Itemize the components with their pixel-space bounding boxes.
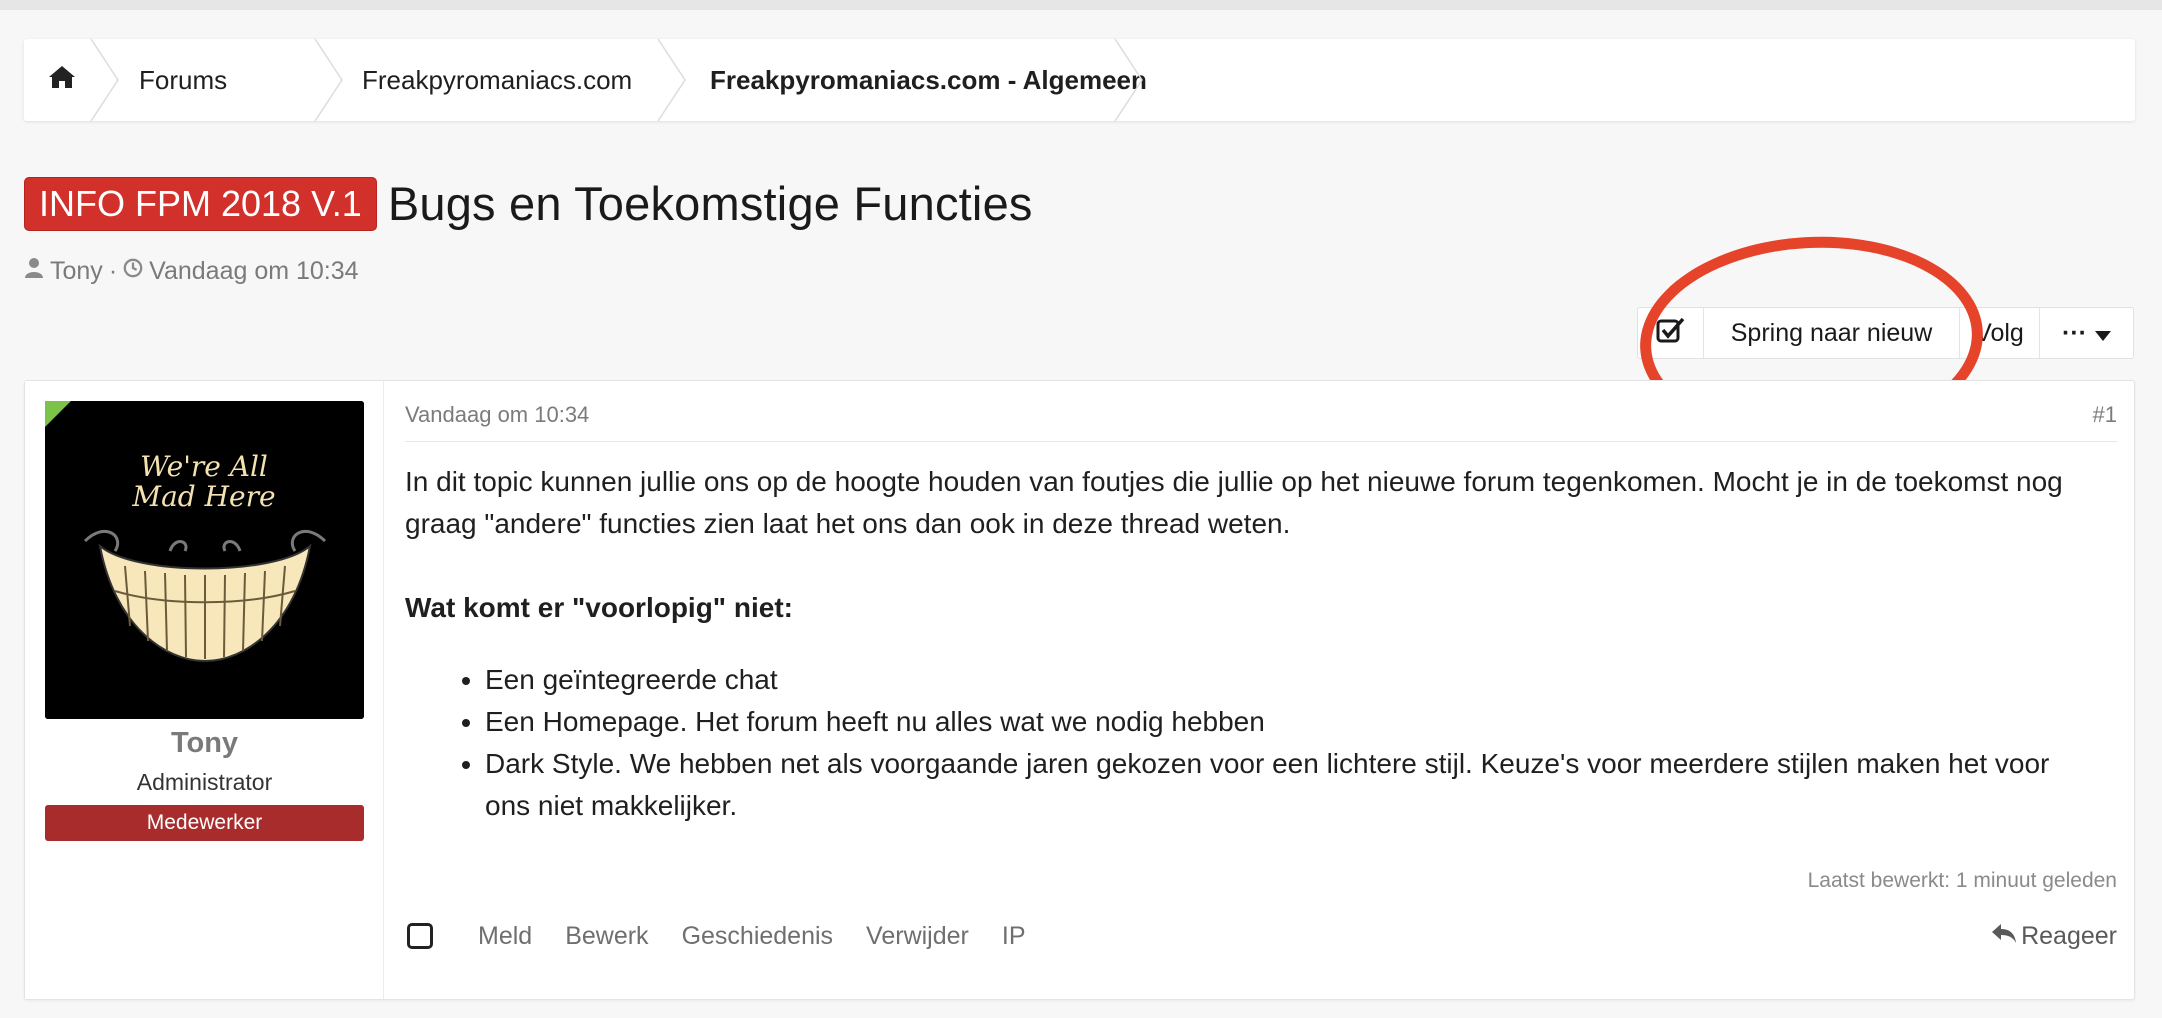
jump-to-new-button[interactable]: Spring naar nieuw bbox=[1704, 308, 1960, 358]
thread-meta: Tony · Vandaag om 10:34 bbox=[24, 257, 359, 286]
meta-separator: · bbox=[108, 257, 118, 285]
thread-action-bar: Spring naar nieuw Volg ··· bbox=[1637, 307, 2134, 359]
select-thread-toggle[interactable] bbox=[1638, 308, 1704, 358]
post-user-panel: We're All Mad Here Tony Administrator Me… bbox=[25, 381, 384, 999]
home-icon bbox=[48, 64, 76, 97]
breadcrumb-freakpyromaniacs-label: Freakpyromaniacs.com bbox=[362, 64, 633, 95]
delete-link[interactable]: Verwijder bbox=[866, 922, 969, 951]
list-item: Dark Style. We hebben net als voorgaande… bbox=[485, 743, 2085, 827]
list-item: Een geïntegreerde chat bbox=[485, 659, 2085, 701]
list-item: Een Homepage. Het forum heeft nu alles w… bbox=[485, 701, 2085, 743]
post-username[interactable]: Tony bbox=[25, 727, 384, 760]
avatar-text-line1: We're All bbox=[140, 450, 268, 483]
post-user-title: Administrator bbox=[136, 769, 273, 795]
user-icon bbox=[24, 257, 44, 286]
post-intro-text: In dit topic kunnen jullie ons op de hoo… bbox=[405, 466, 2063, 539]
history-link[interactable]: Geschiedenis bbox=[682, 922, 833, 951]
breadcrumb-forums-label: Forums bbox=[139, 64, 228, 95]
breadcrumb-freakpyromaniacs[interactable]: Freakpyromaniacs.com bbox=[314, 39, 657, 121]
post-number-link[interactable]: #1 bbox=[2093, 402, 2117, 428]
window-top-strip bbox=[0, 0, 2162, 10]
breadcrumb: Forums Freakpyromaniacs.com Freakpyroman… bbox=[24, 39, 2135, 121]
thread-title: Bugs en Toekomstige Functies bbox=[387, 177, 1033, 230]
post-subheading: Wat komt er "voorlopig" niet: bbox=[405, 592, 793, 623]
post-list: Een geïntegreerde chat Een Homepage. Het… bbox=[405, 659, 2117, 827]
post-body: In dit topic kunnen jullie ons op de hoo… bbox=[405, 461, 2117, 827]
report-link[interactable]: Meld bbox=[478, 922, 532, 951]
clock-icon bbox=[123, 257, 143, 286]
online-indicator bbox=[45, 401, 71, 427]
select-post-checkbox[interactable] bbox=[407, 923, 433, 949]
reply-icon bbox=[1991, 922, 2021, 951]
post-user-banner: Medewerker bbox=[45, 805, 364, 841]
breadcrumb-home[interactable] bbox=[24, 39, 90, 121]
post: We're All Mad Here Tony Administrator Me… bbox=[24, 380, 2135, 1000]
edit-link[interactable]: Bewerk bbox=[565, 922, 648, 951]
caret-down-icon bbox=[2087, 319, 2111, 348]
more-options-label: ··· bbox=[2062, 318, 2087, 347]
check-square-icon bbox=[1656, 316, 1686, 351]
post-footer: Meld Bewerk Geschiedenis Verwijder IP Re… bbox=[405, 911, 2117, 961]
breadcrumb-separator bbox=[1114, 39, 1144, 121]
post-date-link[interactable]: Vandaag om 10:34 bbox=[405, 402, 589, 428]
breadcrumb-algemeen-label: Freakpyromaniacs.com - Algemeen bbox=[710, 64, 1147, 95]
follow-button[interactable]: Volg bbox=[1960, 308, 2040, 358]
thread-prefix-label[interactable]: INFO FPM 2018 V.1 bbox=[24, 176, 377, 231]
post-header: Vandaag om 10:34 #1 bbox=[405, 402, 2117, 442]
thread-date-link[interactable]: Vandaag om 10:34 bbox=[149, 257, 358, 286]
breadcrumb-forums[interactable]: Forums bbox=[90, 39, 314, 121]
ip-link[interactable]: IP bbox=[1002, 922, 1026, 951]
last-edited-note: Laatst bewerkt: 1 minuut geleden bbox=[1807, 869, 2117, 892]
more-options-button[interactable]: ··· bbox=[2040, 308, 2133, 358]
breadcrumb-algemeen[interactable]: Freakpyromaniacs.com - Algemeen bbox=[657, 39, 1147, 121]
avatar-text-line2: Mad Here bbox=[131, 480, 275, 513]
reply-label: Reageer bbox=[2021, 921, 2117, 950]
reply-button[interactable]: Reageer bbox=[1991, 911, 2117, 961]
thread-title-row: INFO FPM 2018 V.1 Bugs en Toekomstige Fu… bbox=[24, 176, 1033, 231]
avatar[interactable]: We're All Mad Here bbox=[45, 401, 364, 719]
thread-author-link[interactable]: Tony bbox=[50, 257, 103, 286]
post-content: Vandaag om 10:34 #1 In dit topic kunnen … bbox=[405, 381, 2117, 999]
